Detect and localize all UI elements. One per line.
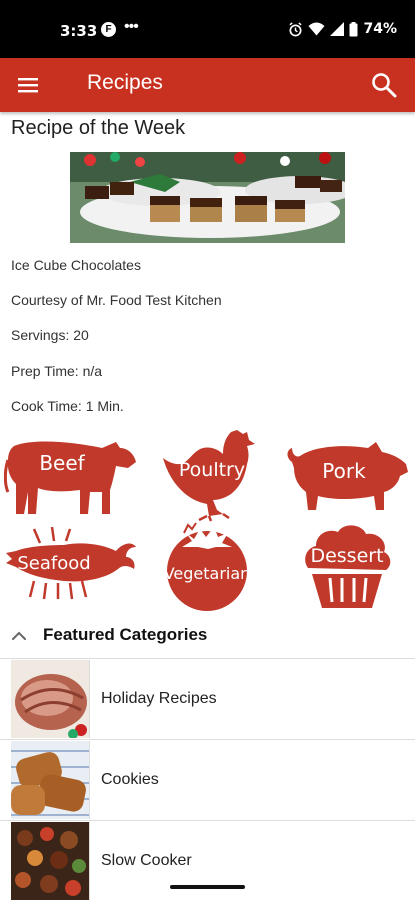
battery-percent: 74%	[363, 21, 397, 37]
more-notifications-icon: •••	[124, 18, 139, 35]
status-time: 3:33	[60, 22, 98, 40]
featured-categories-title: Featured Categories	[43, 625, 208, 644]
category-pork-label: Pork	[322, 459, 366, 483]
category-dessert-label: Dessert	[310, 545, 383, 567]
battery-icon	[349, 21, 358, 36]
recipe-courtesy: Courtesy of Mr. Food Test Kitchen	[11, 292, 222, 308]
list-item-label: Slow Cooker	[101, 852, 192, 869]
featured-categories-header[interactable]: Featured Categories	[0, 618, 415, 658]
chicken-icon: Poultry	[163, 430, 255, 522]
alarm-icon	[289, 21, 303, 36]
chevron-up-icon[interactable]	[10, 629, 28, 643]
status-bar: 3:33 F ••• 74%	[0, 0, 415, 58]
cupcake-icon: Dessert	[305, 525, 391, 608]
status-icons: 74%	[288, 21, 397, 37]
list-item-label: Holiday Recipes	[101, 690, 217, 707]
recipe-cook-time: Cook Time: 1 Min.	[11, 398, 124, 414]
category-poultry-label: Poultry	[179, 459, 245, 481]
category-vegetarian[interactable]: Vegetarian	[160, 519, 255, 612]
signal-icon	[330, 22, 345, 36]
wifi-icon	[308, 22, 325, 36]
lobster-icon: Seafood	[6, 527, 136, 600]
recipe-hero-image[interactable]	[70, 152, 345, 243]
notification-app-icon: F	[101, 22, 116, 37]
hamburger-menu-icon[interactable]	[14, 73, 42, 97]
holiday-recipes-thumbnail	[11, 660, 90, 738]
list-item-label: Cookies	[101, 771, 159, 788]
recipe-prep-time: Prep Time: n/a	[11, 363, 103, 379]
category-seafood-label: Seafood	[17, 553, 90, 574]
recipe-of-week-title: Recipe of the Week	[11, 117, 186, 139]
tomato-icon: Vegetarian	[164, 522, 251, 611]
recipe-servings: Servings: 20	[11, 327, 89, 343]
navigation-handle[interactable]	[170, 885, 245, 889]
category-beef[interactable]: Beef	[4, 432, 137, 517]
recipe-name[interactable]: Ice Cube Chocolates	[11, 257, 141, 273]
cow-icon: Beef	[4, 441, 136, 514]
category-seafood[interactable]: Seafood	[4, 527, 138, 603]
app-title: Recipes	[87, 71, 163, 94]
slow-cooker-thumbnail	[11, 822, 90, 900]
category-poultry[interactable]: Poultry	[161, 428, 256, 522]
list-item-holiday-recipes[interactable]: Holiday Recipes	[0, 658, 415, 739]
cookies-thumbnail	[11, 741, 90, 819]
category-beef-label: Beef	[39, 451, 85, 475]
search-icon[interactable]	[369, 70, 399, 100]
category-dessert[interactable]: Dessert	[300, 520, 394, 610]
category-vegetarian-label: Vegetarian	[164, 564, 251, 583]
pig-icon: Pork	[287, 442, 408, 510]
category-pork[interactable]: Pork	[284, 440, 410, 512]
list-item-cookies[interactable]: Cookies	[0, 739, 415, 820]
app-bar: Recipes	[0, 58, 415, 112]
